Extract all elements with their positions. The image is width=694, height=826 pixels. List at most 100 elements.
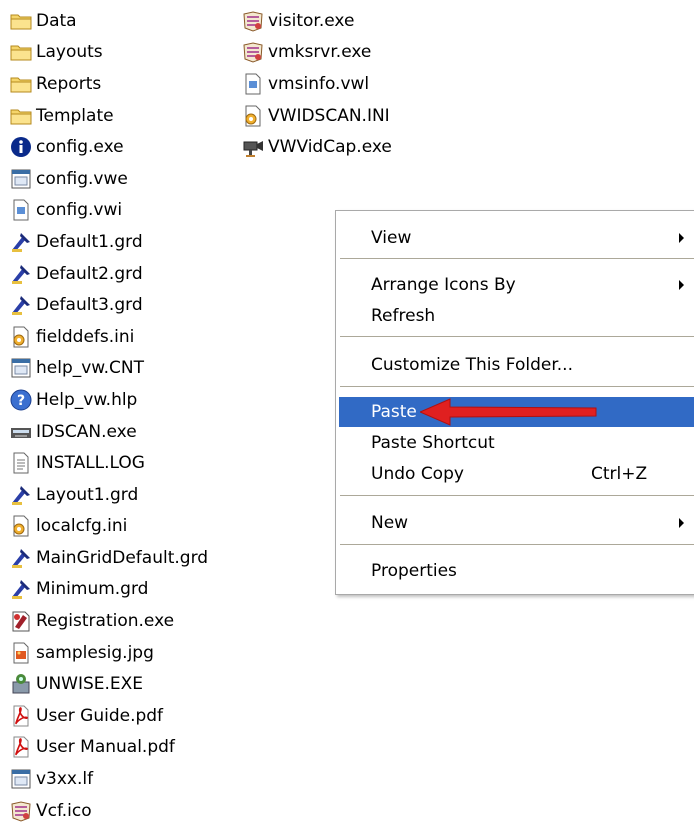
ini-file-icon xyxy=(9,514,33,538)
file-name: localcfg.ini xyxy=(36,516,128,537)
menu-separator xyxy=(340,336,694,337)
pdf-icon xyxy=(9,735,33,759)
file-name: fielddefs.ini xyxy=(36,326,135,347)
file-item-default1-grd[interactable]: Default1.grd xyxy=(9,226,209,258)
file-name: User Guide.pdf xyxy=(36,705,164,726)
grd-file-icon xyxy=(9,262,33,286)
file-item-help-vw-hlp[interactable]: ? Help_vw.hlp xyxy=(9,384,209,416)
file-name: config.exe xyxy=(36,137,124,158)
file-name: Default1.grd xyxy=(36,231,143,252)
pdf-icon xyxy=(9,704,33,728)
file-item-visitor-exe[interactable]: visitor.exe xyxy=(241,5,393,37)
file-name: Default3.grd xyxy=(36,295,143,316)
window-file-icon xyxy=(9,167,33,191)
grd-file-icon xyxy=(9,230,33,254)
file-item-config-vwe[interactable]: config.vwe xyxy=(9,163,209,195)
doc-file-icon xyxy=(9,198,33,222)
folder-icon xyxy=(9,72,33,96)
file-item-fielddefs-ini[interactable]: fielddefs.ini xyxy=(9,321,209,353)
menu-item-label: Undo Copy xyxy=(371,464,464,484)
file-item-vwidscan-ini[interactable]: VWIDSCAN.INI xyxy=(241,100,393,132)
menu-item-view[interactable]: View xyxy=(339,223,694,253)
file-name: v3xx.lf xyxy=(36,769,94,790)
svg-text:?: ? xyxy=(17,393,25,409)
menu-item-customize-folder[interactable]: Customize This Folder... xyxy=(339,350,694,380)
file-name: config.vwi xyxy=(36,200,123,221)
folder-icon xyxy=(9,9,33,33)
file-item-v3xx-lf[interactable]: v3xx.lf xyxy=(9,763,209,795)
file-name: Vcf.ico xyxy=(36,800,92,821)
submenu-arrow-icon xyxy=(679,518,684,528)
file-list-right: visitor.exe vmksrvr.exe vmsinfo.vwl VWID… xyxy=(241,5,393,163)
file-item-data[interactable]: Data xyxy=(9,5,209,37)
file-name: help_vw.CNT xyxy=(36,358,145,379)
menu-separator xyxy=(340,544,694,545)
file-name: INSTALL.LOG xyxy=(36,453,145,474)
file-name: vmksrvr.exe xyxy=(268,42,372,63)
file-name: MainGridDefault.grd xyxy=(36,547,209,568)
file-item-config-exe[interactable]: config.exe xyxy=(9,131,209,163)
file-name: User Manual.pdf xyxy=(36,737,175,758)
grd-file-icon xyxy=(9,546,33,570)
menu-item-label: Paste Shortcut xyxy=(371,433,495,453)
file-item-reports[interactable]: Reports xyxy=(9,68,209,100)
menu-item-arrange-icons-by[interactable]: Arrange Icons By xyxy=(339,270,694,300)
menu-item-properties[interactable]: Properties xyxy=(339,556,694,586)
file-item-idscan-exe[interactable]: IDSCAN.exe xyxy=(9,416,209,448)
file-list-left: Data Layouts Reports Template config.exe… xyxy=(9,5,209,826)
file-item-help-vw-cnt[interactable]: help_vw.CNT xyxy=(9,353,209,385)
file-item-user-guide-pdf[interactable]: User Guide.pdf xyxy=(9,700,209,732)
info-icon xyxy=(9,135,33,159)
folder-icon xyxy=(9,40,33,64)
file-item-unwise-exe[interactable]: UNWISE.EXE xyxy=(9,668,209,700)
file-name: config.vwe xyxy=(36,168,128,189)
file-item-vmksrvr-exe[interactable]: vmksrvr.exe xyxy=(241,37,393,69)
menu-item-shortcut: Ctrl+Z xyxy=(591,464,648,484)
file-item-config-vwi[interactable]: config.vwi xyxy=(9,195,209,227)
file-item-samplesig-jpg[interactable]: samplesig.jpg xyxy=(9,637,209,669)
help-icon: ? xyxy=(9,388,33,412)
submenu-arrow-icon xyxy=(679,233,684,243)
registration-icon xyxy=(9,609,33,633)
file-name: Minimum.grd xyxy=(36,579,149,600)
file-item-default2-grd[interactable]: Default2.grd xyxy=(9,258,209,290)
menu-item-label: View xyxy=(371,228,412,248)
menu-item-new[interactable]: New xyxy=(339,508,694,538)
image-file-icon xyxy=(9,641,33,665)
file-name: Registration.exe xyxy=(36,611,175,632)
file-item-vwvidcap-exe[interactable]: VWVidCap.exe xyxy=(241,131,393,163)
folder-icon xyxy=(9,104,33,128)
file-item-template[interactable]: Template xyxy=(9,100,209,132)
file-name: Data xyxy=(36,10,77,31)
doc-file-icon xyxy=(241,72,265,96)
menu-separator xyxy=(340,258,694,259)
file-name: Layout1.grd xyxy=(36,484,139,505)
file-item-default3-grd[interactable]: Default3.grd xyxy=(9,289,209,321)
badge-icon xyxy=(9,799,33,823)
red-annotation-arrow-icon xyxy=(420,398,597,426)
grd-file-icon xyxy=(9,483,33,507)
menu-item-label: New xyxy=(371,513,409,533)
menu-item-refresh[interactable]: Refresh xyxy=(339,301,694,331)
file-item-vcf-ico[interactable]: Vcf.ico xyxy=(9,795,209,826)
file-item-layouts[interactable]: Layouts xyxy=(9,37,209,69)
file-item-layout1-grd[interactable]: Layout1.grd xyxy=(9,479,209,511)
file-name: Help_vw.hlp xyxy=(36,389,138,410)
menu-item-label: Refresh xyxy=(371,306,436,326)
file-item-user-manual-pdf[interactable]: User Manual.pdf xyxy=(9,732,209,764)
file-item-vmsinfo-vwl[interactable]: vmsinfo.vwl xyxy=(241,68,393,100)
file-item-install-log[interactable]: INSTALL.LOG xyxy=(9,447,209,479)
menu-item-label: Customize This Folder... xyxy=(371,355,573,375)
menu-separator xyxy=(340,386,694,387)
file-name: vmsinfo.vwl xyxy=(268,73,370,94)
file-item-registration-exe[interactable]: Registration.exe xyxy=(9,605,209,637)
file-name: IDSCAN.exe xyxy=(36,421,137,442)
file-name: Layouts xyxy=(36,42,103,63)
file-item-minimum-grd[interactable]: Minimum.grd xyxy=(9,574,209,606)
unwise-icon xyxy=(9,672,33,696)
file-item-maingriddefault-grd[interactable]: MainGridDefault.grd xyxy=(9,542,209,574)
file-name: Template xyxy=(36,105,114,126)
file-item-localcfg-ini[interactable]: localcfg.ini xyxy=(9,511,209,543)
menu-item-undo-copy[interactable]: Undo Copy Ctrl+Z xyxy=(339,459,694,489)
menu-item-paste-shortcut[interactable]: Paste Shortcut xyxy=(339,428,694,458)
